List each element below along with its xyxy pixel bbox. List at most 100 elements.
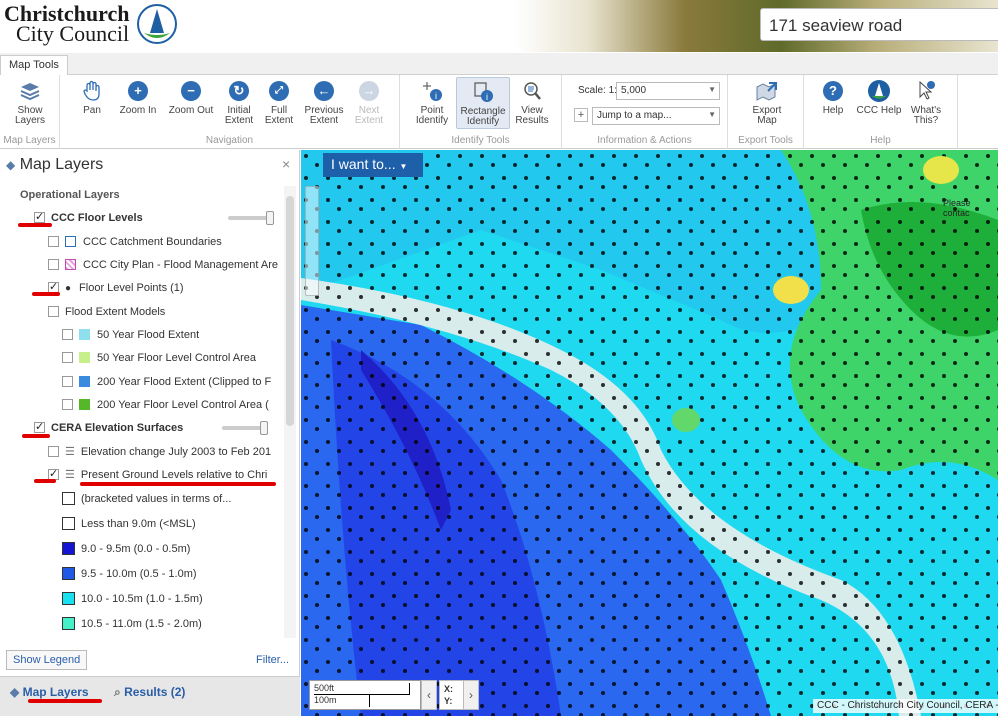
layer-checkbox[interactable] (48, 466, 59, 482)
coords-prev-button[interactable]: ‹ (421, 680, 437, 710)
layer-checkbox[interactable] (62, 351, 73, 363)
address-search-input[interactable]: 171 seaview road (760, 8, 998, 41)
pan-button[interactable]: Pan (74, 79, 110, 116)
app-header: Christchurch City Council 171 seaview ro… (0, 0, 998, 52)
next-extent-button[interactable]: → Next Extent (350, 79, 388, 126)
layer-city-plan-flood[interactable]: CCC City Plan - Flood Management Are (48, 257, 284, 277)
opacity-slider[interactable] (222, 421, 268, 435)
group-title-map-layers: Map Layers (3, 135, 56, 146)
point-identify-button[interactable]: i Point Identify (412, 79, 452, 126)
layer-checkbox[interactable] (62, 375, 73, 387)
filter-link[interactable]: Filter... (256, 654, 289, 666)
council-logo[interactable]: Christchurch City Council (4, 3, 130, 46)
scrollbar-thumb[interactable] (286, 196, 294, 426)
initial-extent-button[interactable]: ↻ Initial Extent (220, 79, 258, 126)
zoom-out-button[interactable]: − Zoom Out (164, 79, 218, 116)
i-want-to-menu[interactable]: I want to... ▼ (323, 153, 423, 177)
map-view[interactable]: Please contac I want to... ▼ 500ft 100m … (301, 150, 998, 716)
layer-checkbox[interactable] (34, 209, 45, 225)
layer-list-scrollbar[interactable] (284, 186, 296, 638)
add-bookmark-icon[interactable]: + (574, 108, 588, 122)
help-icon: ? (821, 79, 845, 103)
legend-item: 10.5 - 11.0m (1.5 - 2.0m) (62, 616, 284, 636)
whats-this-icon (914, 79, 938, 103)
layer-checkbox[interactable] (48, 305, 59, 317)
jump-to-map-select[interactable]: Jump to a map... ▼ (592, 107, 720, 125)
legend-swatch (79, 398, 90, 410)
slider-handle[interactable] (266, 211, 274, 225)
layers-icon (18, 79, 42, 103)
tab-results[interactable]: ⌕ Results (2) (114, 685, 185, 700)
layer-ccc-floor-levels[interactable]: CCC Floor Levels (34, 209, 284, 230)
show-layers-button[interactable]: Show Layers (8, 79, 52, 126)
search-icon: ⌕ (114, 685, 121, 699)
legend-swatch (65, 235, 76, 247)
layer-cera-elevation[interactable]: CERA Elevation Surfaces (34, 419, 284, 440)
zoom-in-button[interactable]: + Zoom In (114, 79, 162, 116)
full-extent-button[interactable]: ⤢ Full Extent (260, 79, 298, 126)
chevron-down-icon: ▼ (708, 110, 716, 119)
export-map-button[interactable]: Export Map (742, 79, 792, 126)
layer-checkbox[interactable] (34, 419, 45, 435)
layer-checkbox[interactable] (62, 328, 73, 340)
layer-checkbox[interactable] (48, 445, 59, 457)
map-layers-panel: ◆ Map Layers × Operational Layers CCC Fl… (0, 150, 300, 716)
layer-checkbox[interactable] (62, 398, 73, 410)
council-emblem-icon (137, 4, 177, 44)
view-results-icon (520, 79, 544, 103)
ccc-help-icon (867, 79, 891, 103)
layer-elevation-change[interactable]: ☰ Elevation change July 2003 to Feb 201 (48, 444, 284, 464)
group-title-navigation: Navigation (205, 135, 254, 146)
layer-200yr-flood-extent[interactable]: 200 Year Flood Extent (Clipped to F (62, 374, 284, 394)
initial-extent-icon: ↻ (227, 79, 251, 103)
panel-bottom-tabs: ◆ Map Layers ⌕ Results (2) (0, 676, 300, 716)
elevation-map-canvas[interactable] (301, 150, 998, 716)
coords-next-button[interactable]: › (463, 680, 479, 710)
layer-floor-level-points[interactable]: ●Floor Level Points (1) (48, 279, 284, 300)
layer-flood-extent-models[interactable]: Flood Extent Models (48, 304, 284, 324)
scale-label: Scale: 1: (578, 85, 617, 96)
group-navigation: Pan + Zoom In − Zoom Out ↻ Initial Exten… (60, 75, 400, 149)
layer-checkbox[interactable] (48, 235, 59, 247)
view-results-button[interactable]: View Results (512, 79, 552, 126)
rectangle-identify-button[interactable]: i Rectangle Identify (456, 77, 510, 129)
legend-item: 10.0 - 10.5m (1.0 - 1.5m) (62, 591, 284, 611)
svg-text:i: i (486, 92, 488, 102)
layers-icon: ◆ (6, 158, 16, 172)
legend-swatch (62, 591, 75, 605)
brand-line2: City Council (16, 21, 130, 46)
tab-map-tools[interactable]: Map Tools (0, 55, 68, 76)
layer-200yr-floor-control[interactable]: 200 Year Floor Level Control Area ( (62, 397, 284, 417)
chevron-down-icon: ▼ (708, 85, 716, 94)
point-symbol-icon: ● (65, 283, 72, 294)
zoom-slider[interactable] (305, 186, 319, 296)
scale-select[interactable]: 5,000 ▼ (616, 82, 720, 100)
zoom-in-icon: + (126, 79, 150, 103)
layer-50yr-floor-control[interactable]: 50 Year Floor Level Control Area (62, 350, 284, 370)
panel-title: ◆ Map Layers (6, 156, 104, 173)
layers-icon: ◆ (10, 685, 20, 699)
rectangle-identify-icon: i (471, 80, 495, 104)
layer-checkbox[interactable] (48, 258, 59, 270)
layer-catchment-boundaries[interactable]: CCC Catchment Boundaries (48, 234, 284, 254)
point-identify-icon: i (420, 79, 444, 103)
help-button[interactable]: ? Help (818, 79, 848, 116)
opacity-slider[interactable] (228, 211, 274, 225)
layer-checkbox[interactable] (48, 279, 59, 295)
legend-swatch (65, 258, 76, 270)
group-export-tools: Export Map Export Tools (728, 75, 804, 149)
map-attribution: CCC - Christchurch City Council, CERA - (813, 699, 998, 713)
slider-handle[interactable] (260, 421, 268, 435)
show-legend-button[interactable]: Show Legend (6, 650, 88, 670)
group-information-actions: Scale: 1: 5,000 ▼ + Jump to a map... ▼ Inf… (562, 75, 728, 149)
list-icon: ☰ (65, 469, 75, 481)
annotation-mark (32, 292, 60, 296)
tab-map-layers[interactable]: ◆ Map Layers (10, 685, 89, 699)
whats-this-button[interactable]: What's This? (908, 79, 944, 126)
close-icon[interactable]: × (282, 156, 290, 172)
operational-layers-heading: Operational Layers (20, 189, 120, 201)
ccc-help-button[interactable]: CCC Help (854, 79, 904, 116)
layer-50yr-flood-extent[interactable]: 50 Year Flood Extent (62, 327, 284, 347)
scale-bar: 500ft 100m (309, 680, 421, 710)
previous-extent-button[interactable]: ← Previous Extent (300, 79, 348, 126)
